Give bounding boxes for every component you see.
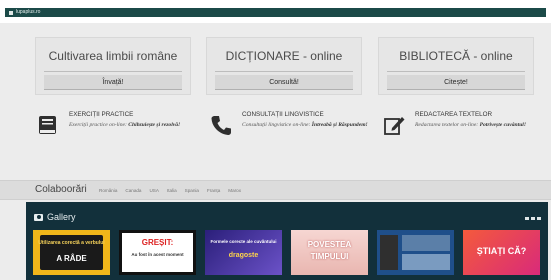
card-divider <box>215 71 353 72</box>
read-button[interactable]: Citește! <box>387 75 525 90</box>
gallery-thumb[interactable]: ȘTIAȚI CĂ? <box>463 230 540 275</box>
card-dictionare: DICȚIONARE - online Consultă! <box>206 37 362 95</box>
partner-link[interactable]: Spania <box>185 188 199 193</box>
nav-dot[interactable] <box>537 217 541 220</box>
feature-title: CONSULTAȚII LINGVISTICE <box>242 111 324 118</box>
gallery-title: Gallery <box>47 212 76 222</box>
card-title: BIBLIOTECĂ - online <box>399 49 513 63</box>
book-icon <box>39 116 56 134</box>
partners-bar: Colaboorări România Canada USA Italia Sp… <box>0 180 551 200</box>
site-icon <box>9 10 13 15</box>
address-strip[interactable]: lupaplus.ro <box>5 8 546 17</box>
partner-link[interactable]: Canada <box>125 188 141 193</box>
partner-link[interactable]: România <box>99 188 117 193</box>
browser-top-bar: lupaplus.ro <box>0 0 551 23</box>
gallery-thumb[interactable]: Utilizarea corectă a verbului A RÂDE <box>33 230 110 275</box>
partner-link[interactable]: Franța <box>207 188 220 193</box>
partner-link[interactable]: Italia <box>167 188 177 193</box>
card-divider <box>387 71 525 72</box>
consult-button[interactable]: Consultă! <box>215 75 353 90</box>
edit-icon <box>384 117 405 135</box>
phone-icon <box>211 116 231 135</box>
gallery-header: Gallery <box>34 212 76 222</box>
site-url[interactable]: lupaplus.ro <box>16 8 40 17</box>
feature-description: Redactarea textelor on-line: Potrivește … <box>415 122 527 128</box>
card-cultivarea: Cultivarea limbii române Învață! <box>35 37 191 95</box>
gallery-thumb[interactable]: Formele corecte ale cuvântului dragoste <box>205 230 282 275</box>
gallery-thumb[interactable] <box>377 230 454 275</box>
feature-title: EXERCIȚII PRACTICE <box>69 111 134 118</box>
feature-description: Exerciții practice on-line: Chibzuiește … <box>69 122 181 128</box>
feature-consultatii[interactable]: CONSULTAȚII LINGVISTICE Consultații ling… <box>210 111 385 157</box>
partners-title: Colaboorări <box>35 184 87 195</box>
partner-link[interactable]: USA <box>149 188 158 193</box>
feature-title: REDACTAREA TEXTELOR <box>415 111 493 118</box>
card-divider <box>44 71 182 72</box>
partners-list: România Canada USA Italia Spania Franța … <box>99 188 241 193</box>
camera-icon <box>34 213 43 221</box>
feature-description: Consultații lingvistice on-line: Întreab… <box>242 122 368 128</box>
card-title: Cultivarea limbii române <box>48 49 178 63</box>
card-biblioteca: BIBLIOTECĂ - online Citește! <box>378 37 534 95</box>
feature-redactarea[interactable]: REDACTAREA TEXTELOR Redactarea textelor … <box>383 111 551 157</box>
learn-button[interactable]: Învață! <box>44 75 182 90</box>
feature-exercitii[interactable]: EXERCIȚII PRACTICE Exerciții practice on… <box>37 111 212 157</box>
gallery-section: Gallery Utilizarea corectă a verbului A … <box>26 202 548 280</box>
gallery-nav[interactable] <box>525 217 541 220</box>
nav-dot[interactable] <box>525 217 529 220</box>
card-title: DICȚIONARE - online <box>225 49 343 63</box>
gallery-thumb[interactable]: POVESTEA TIMPULUI <box>291 230 368 275</box>
nav-dot[interactable] <box>531 217 535 220</box>
partner-link[interactable]: Marox <box>228 188 241 193</box>
gallery-thumb[interactable]: GREȘIT: Au fost în acest moment <box>119 230 196 275</box>
